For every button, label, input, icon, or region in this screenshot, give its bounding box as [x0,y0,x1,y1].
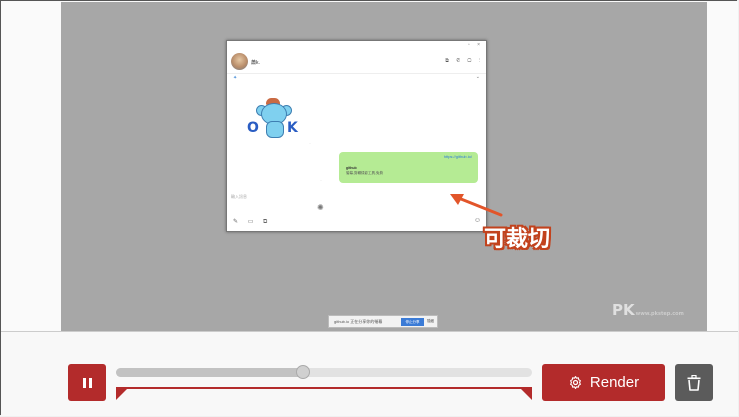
screen-share-bar: github.io 正在分享你的螢幕 停止分享 隱藏 [328,315,438,328]
sticker-letter-o: O [247,120,259,136]
playback-thumb[interactable] [296,365,311,379]
render-button[interactable]: Render [542,364,665,401]
watermark: PKwww.pkstep.com [612,301,684,319]
render-button-label: Render [589,374,640,391]
gear-icon [569,376,581,389]
chat-titlebar: ▫ × [227,41,486,50]
chevron-icon: ⌄ [475,74,480,80]
chat-contact-name: 蕭k. [251,60,260,66]
playback-progress [116,368,304,377]
preview-area: ▫ × 蕭k. ⧉ ✆ ▢ ⋮ ✦ ⌄ O K ·· https://githu… [1,1,738,331]
trim-end-handle [519,387,532,400]
message-input-placeholder: 輸入訊息 [231,194,247,199]
chat-subbar: ✦ ⌄ [227,74,486,83]
delete-button[interactable] [675,364,713,401]
ok-sticker: O K [247,97,305,143]
link-message-bubble: https://github.io/ github 螢幕,剪輯錄影工具,免費 [339,152,478,183]
video-preview: ▫ × 蕭k. ⧉ ✆ ▢ ⋮ ✦ ⌄ O K ·· https://githu… [61,2,707,331]
pause-button[interactable] [68,364,106,401]
trim-range-line [116,387,532,389]
watermark-sub: www.pkstep.com [635,311,684,317]
trash-icon [687,374,701,391]
share-bar-text: github.io 正在分享你的螢幕 [334,319,383,324]
pause-icon [82,377,86,388]
watermark-main: PK [612,301,635,319]
pin-icon: ✦ [233,75,238,81]
annotation-arrow-icon [450,194,503,217]
loading-spinner-icon: ✺ [317,203,324,212]
chat-bottom-tools-icon: ✎ ▭ ⧉ [233,219,272,225]
chat-header-tools-icon: ⧉ ✆ ▢ ⋮ [445,58,483,64]
stop-share-button: 停止分享 [401,318,424,326]
hide-share-button: 隱藏 [427,319,434,323]
link-preview-desc: 螢幕,剪輯錄影工具,免費 [346,171,383,175]
pause-icon [88,377,92,388]
message-time-marker: ·· [309,141,311,145]
sticker-letter-k: K [287,120,298,136]
message-time-marker: ·· [320,178,322,182]
window-controls-icon: ▫ × [467,42,483,48]
link-preview-title: github [346,166,357,170]
avatar [231,53,248,70]
playback-slider[interactable] [116,365,532,379]
sticker-body [266,121,284,138]
crop-annotation-label: 可裁切 [484,227,551,252]
trim-range-bar[interactable] [116,387,532,400]
chat-header: 蕭k. ⧉ ✆ ▢ ⋮ [227,51,486,74]
message-link: https://github.io/ [443,154,472,159]
